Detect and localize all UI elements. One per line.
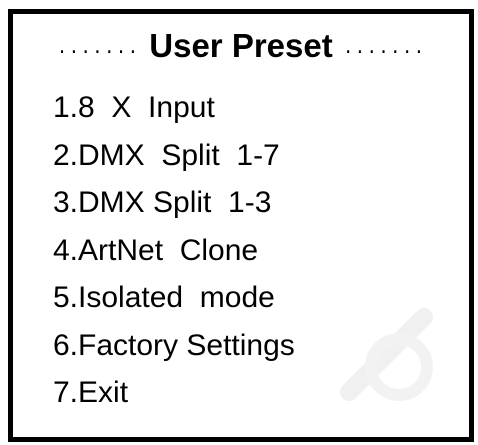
menu-item-dmx-split-1-7[interactable]: 2.DMX Split 1-7 [53,132,295,180]
faint-watermark [340,308,433,401]
menu-item-exit[interactable]: 7.Exit [53,369,295,417]
right-dots-divider: ....... [342,39,426,59]
left-dots-divider: ....... [56,39,140,59]
preset-menu-screen: ....... User Preset ....... 1.8 X Input … [8,9,474,442]
menu-item-factory-settings[interactable]: 6.Factory Settings [53,322,295,370]
preset-list: 1.8 X Input 2.DMX Split 1-7 3.DMX Split … [53,84,295,417]
menu-item-dmx-split-1-3[interactable]: 3.DMX Split 1-3 [53,179,295,227]
menu-item-8x-input[interactable]: 1.8 X Input [53,84,295,132]
menu-title: User Preset [149,27,333,64]
menu-header: ....... User Preset ....... [13,20,469,72]
menu-item-artnet-clone[interactable]: 4.ArtNet Clone [53,227,295,275]
menu-item-isolated-mode[interactable]: 5.Isolated mode [53,274,295,322]
